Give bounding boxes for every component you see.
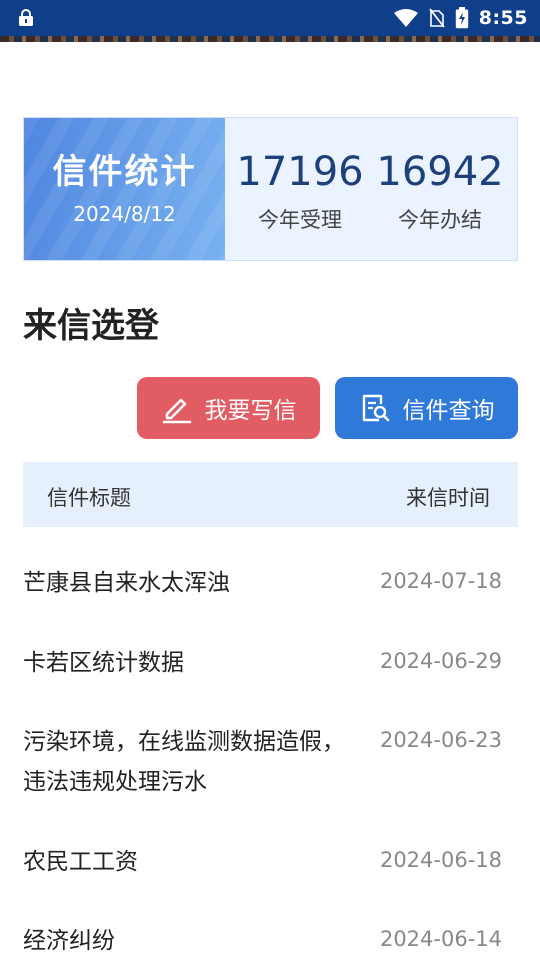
list-item[interactable]: 经济纠纷 2024-06-14	[23, 886, 518, 956]
section-title: 来信选登	[23, 306, 159, 346]
pencil-icon	[162, 398, 191, 424]
status-time: 8:55	[478, 7, 528, 29]
letter-date: 2024-06-18	[379, 848, 502, 872]
list-item[interactable]: 污染环境，在线监测数据造假，违法违规处理污水 2024-06-23	[23, 687, 518, 806]
letter-title: 卡若区统计数据	[23, 650, 184, 676]
letter-date: 2024-06-14	[379, 927, 502, 951]
list-item[interactable]: 农民工工资 2024-06-18	[23, 806, 518, 886]
banner-image-strip	[0, 36, 540, 42]
letter-title: 经济纠纷	[23, 928, 115, 954]
column-header-time: 来信时间	[406, 486, 490, 510]
letter-date: 2024-07-18	[379, 569, 502, 593]
stat-completed: 16942 今年办结	[370, 146, 510, 234]
query-letter-button[interactable]: 信件查询	[335, 377, 518, 439]
letter-title: 污染环境，在线监测数据造假，违法违规处理污水	[23, 729, 345, 795]
stat-completed-label: 今年办结	[398, 208, 482, 232]
status-icons: 8:55	[393, 0, 528, 36]
lock-icon	[19, 9, 33, 26]
status-bar: 8:55	[0, 0, 540, 36]
write-letter-button[interactable]: 我要写信	[137, 377, 320, 439]
stat-completed-value: 16942	[376, 149, 504, 195]
no-sim-icon	[429, 8, 445, 28]
battery-charging-icon	[455, 7, 468, 29]
letter-title: 芒康县自来水太浑浊	[23, 570, 230, 596]
list-item[interactable]: 芒康县自来水太浑浊 2024-07-18	[23, 527, 518, 607]
letter-title: 农民工工资	[23, 849, 138, 875]
stat-accepted: 17196 今年受理	[230, 146, 370, 234]
query-letter-label: 信件查询	[402, 398, 495, 424]
stat-accepted-value: 17196	[236, 149, 364, 195]
stats-title-panel: 信件统计 2024/8/12	[24, 118, 225, 260]
letters-table-header: 信件标题 来信时间	[23, 462, 518, 527]
stat-accepted-label: 今年受理	[258, 208, 342, 232]
letters-list: 芒康县自来水太浑浊 2024-07-18 卡若区统计数据 2024-06-29 …	[23, 527, 518, 956]
document-search-icon	[362, 394, 389, 422]
stats-title: 信件统计	[52, 152, 197, 192]
column-header-title: 信件标题	[47, 486, 131, 510]
letter-date: 2024-06-23	[379, 728, 502, 752]
list-item[interactable]: 卡若区统计数据 2024-06-29	[23, 607, 518, 687]
letter-stats-card: 信件统计 2024/8/12 17196 今年受理 16942 今年办结	[23, 117, 518, 261]
letter-date: 2024-06-29	[379, 649, 502, 673]
stats-date: 2024/8/12	[73, 202, 176, 226]
write-letter-label: 我要写信	[204, 398, 297, 424]
wifi-icon	[393, 9, 418, 27]
